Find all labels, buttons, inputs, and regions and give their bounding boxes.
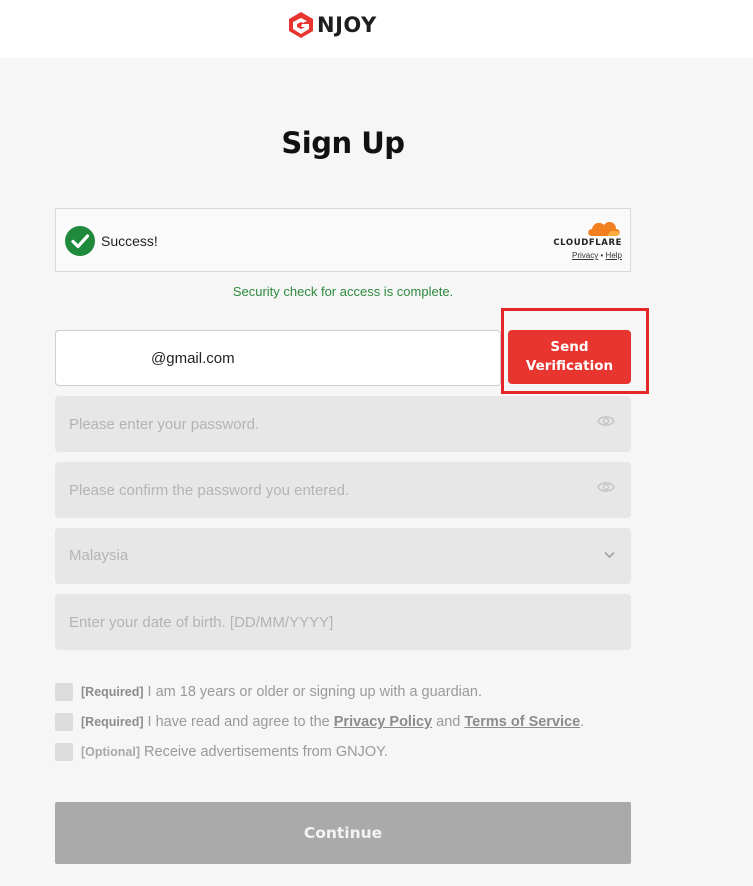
cloudflare-branding: CLOUDFLARE Privacy • Help [542, 219, 622, 260]
agreement-age-text: [Required] I am 18 years or older or sig… [81, 684, 482, 700]
dob-field[interactable] [55, 594, 631, 650]
ads-text: Receive advertisements from GNJOY. [144, 744, 388, 760]
terms-and: and [436, 714, 461, 730]
password-input[interactable] [69, 396, 569, 452]
page-title: Sign Up [281, 126, 405, 160]
link-separator: • [600, 251, 604, 260]
top-bar: NJOY [0, 0, 753, 58]
required-tag: [Required] [81, 685, 144, 699]
eye-icon[interactable] [597, 480, 615, 494]
agreement-terms: [Required] I have read and agree to the … [55, 712, 584, 732]
captcha-widget[interactable]: Success! CLOUDFLARE Privacy • Help [55, 208, 631, 272]
terms-of-service-link[interactable]: Terms of Service [464, 714, 580, 730]
agreement-ads: [Optional] Receive advertisements from G… [55, 742, 388, 762]
dob-input[interactable] [69, 594, 569, 650]
eye-icon[interactable] [597, 414, 615, 428]
required-tag: [Required] [81, 715, 144, 729]
email-field[interactable] [55, 330, 501, 386]
gnjoy-logo[interactable]: NJOY [286, 10, 377, 40]
logo-text: NJOY [317, 13, 377, 37]
email-input[interactable] [151, 331, 481, 385]
security-message: Security check for access is complete. [232, 284, 454, 299]
terms-end: . [580, 714, 585, 730]
ads-checkbox[interactable] [55, 743, 73, 761]
send-verification-button[interactable]: Send Verification [508, 330, 631, 384]
help-link[interactable]: Help [606, 251, 622, 260]
age-checkbox[interactable] [55, 683, 73, 701]
age-text: I am 18 years or older or signing up wit… [147, 684, 483, 700]
cloudflare-links: Privacy • Help [542, 251, 622, 260]
optional-tag: [Optional] [81, 745, 141, 759]
agreement-terms-text: [Required] I have read and agree to the … [81, 714, 584, 730]
confirm-password-input[interactable] [69, 462, 569, 518]
password-field[interactable] [55, 396, 631, 452]
captcha-status: Success! [101, 233, 158, 249]
continue-button[interactable]: Continue [55, 802, 631, 864]
privacy-link[interactable]: Privacy [572, 251, 598, 260]
privacy-policy-link[interactable]: Privacy Policy [334, 714, 432, 730]
check-circle-icon [65, 226, 95, 256]
agreement-ads-text: [Optional] Receive advertisements from G… [81, 744, 388, 760]
confirm-password-field[interactable] [55, 462, 631, 518]
terms-checkbox[interactable] [55, 713, 73, 731]
country-select[interactable]: Malaysia [55, 528, 631, 584]
cloudflare-wordmark: CLOUDFLARE [553, 238, 622, 248]
cloudflare-cloud-icon [588, 221, 620, 236]
agreement-age: [Required] I am 18 years or older or sig… [55, 682, 482, 702]
terms-text-before: I have read and agree to the [147, 714, 330, 730]
gnjoy-logo-icon [289, 12, 313, 38]
chevron-down-icon [604, 551, 615, 559]
country-value: Malaysia [69, 547, 129, 564]
